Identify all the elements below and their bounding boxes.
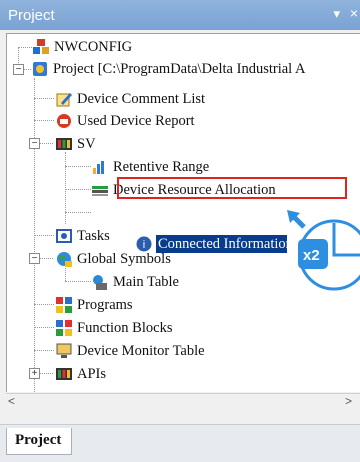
tree-connector bbox=[34, 350, 54, 351]
programs-icon bbox=[56, 297, 72, 313]
globe-icon bbox=[57, 252, 72, 267]
connected-info-icon: i bbox=[136, 236, 152, 252]
tree-item-label: Function Blocks bbox=[77, 320, 173, 336]
tree-connector bbox=[65, 212, 91, 213]
tree-connector bbox=[23, 69, 31, 70]
tree-item-programs[interactable]: Programs bbox=[55, 294, 255, 316]
tree-item-used-device-report[interactable]: Used Device Report bbox=[55, 110, 315, 132]
panel-title-bar[interactable]: Project ▾ × bbox=[0, 0, 360, 30]
tree-connector bbox=[34, 98, 54, 99]
tree-connector bbox=[65, 152, 66, 224]
pin-icon[interactable]: ▾ bbox=[333, 6, 340, 22]
panel-title: Project bbox=[8, 7, 55, 24]
tree-item-sv[interactable]: SV bbox=[55, 133, 175, 155]
tree-connector bbox=[34, 120, 54, 121]
sv-icon bbox=[56, 138, 72, 150]
tree-connector bbox=[18, 47, 32, 48]
tree-item-label: APIs bbox=[77, 366, 107, 382]
scroll-right-icon[interactable]: > bbox=[345, 394, 352, 408]
tree-connector bbox=[65, 281, 91, 282]
project-panel: Project ▾ × − − − + NWCONFIG Project [C:… bbox=[0, 0, 360, 462]
tree-item-label: Project [C:\ProgramData\Delta Industrial… bbox=[53, 61, 306, 77]
tree-item-label: Connected Information bbox=[158, 236, 293, 252]
tab-project[interactable]: Project bbox=[6, 428, 72, 455]
tree-connector bbox=[65, 189, 91, 190]
tree-item-label: Main Table bbox=[113, 274, 179, 290]
tree-connector bbox=[39, 373, 53, 374]
tree-item-label: Device Comment List bbox=[77, 91, 206, 107]
bottom-tab-bar: Project bbox=[0, 424, 360, 462]
close-icon[interactable]: × bbox=[350, 5, 358, 21]
tree-item-label: SV bbox=[77, 136, 96, 152]
expand-apis-toggle[interactable]: + bbox=[29, 368, 40, 379]
network-config-icon bbox=[33, 39, 49, 54]
project-icon bbox=[33, 62, 47, 76]
tree-item-project[interactable]: Project [C:\ProgramData\Delta Industrial… bbox=[31, 58, 360, 80]
tree-item-device-comment-list[interactable]: Device Comment List bbox=[55, 88, 315, 110]
tree-connector bbox=[34, 327, 54, 328]
tree-item-retentive-range[interactable]: Retentive Range bbox=[91, 156, 291, 178]
retentive-range-icon bbox=[93, 161, 104, 174]
monitor-icon bbox=[56, 343, 72, 358]
collapse-project-toggle[interactable]: − bbox=[13, 64, 24, 75]
tree-item-label: Programs bbox=[77, 297, 133, 313]
tree-item-label: Tasks bbox=[77, 228, 110, 244]
tree-connector bbox=[65, 166, 91, 167]
tree-item-label: Retentive Range bbox=[113, 159, 210, 175]
tree-item-apis[interactable]: APIs bbox=[55, 363, 175, 385]
tab-label: Project bbox=[15, 432, 62, 448]
tree-item-connected-information[interactable]: Connected Information bbox=[156, 235, 293, 253]
tasks-icon bbox=[56, 229, 72, 243]
highlight-box bbox=[117, 177, 347, 199]
tree-item-label: Used Device Report bbox=[77, 113, 195, 129]
double-click-callout bbox=[287, 210, 360, 291]
horizontal-scrollbar[interactable]: < > bbox=[6, 393, 360, 411]
tree-item-main-table[interactable]: Main Table bbox=[91, 271, 291, 293]
tree-item-nwconfig[interactable]: NWCONFIG bbox=[32, 36, 332, 58]
collapse-sv-toggle[interactable]: − bbox=[29, 138, 40, 149]
tree-connector bbox=[34, 304, 54, 305]
tree-item-label: Device Monitor Table bbox=[77, 343, 205, 359]
report-icon bbox=[57, 114, 71, 128]
resource-allocation-icon bbox=[92, 186, 108, 196]
double-click-label: x2 bbox=[303, 247, 320, 264]
tree-item-label: NWCONFIG bbox=[54, 39, 133, 55]
tree-item-device-monitor-table[interactable]: Device Monitor Table bbox=[55, 340, 295, 362]
table-icon bbox=[93, 275, 107, 290]
apis-icon bbox=[56, 368, 72, 380]
scroll-left-icon[interactable]: < bbox=[8, 394, 15, 408]
tree-connector bbox=[39, 258, 53, 259]
tree-connector bbox=[34, 235, 54, 236]
collapse-global-symbols-toggle[interactable]: − bbox=[29, 253, 40, 264]
tree-item-function-blocks[interactable]: Function Blocks bbox=[55, 317, 255, 339]
tree-connector bbox=[39, 143, 53, 144]
edit-list-icon bbox=[56, 93, 72, 107]
function-blocks-icon bbox=[56, 320, 72, 336]
svg-text:i: i bbox=[143, 239, 145, 251]
